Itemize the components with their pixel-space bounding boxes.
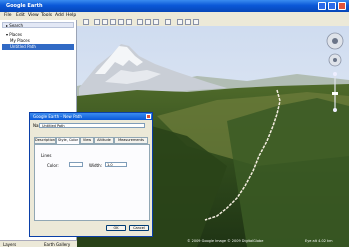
ok-button[interactable]: OK: [106, 225, 126, 231]
polygon-icon[interactable]: [102, 19, 108, 25]
places-item-untitled-path[interactable]: Untitled Path: [2, 44, 74, 50]
email-icon[interactable]: [177, 19, 183, 25]
copyright-text: © 2009 Google Image © 2009 DigitalGlobe: [187, 239, 264, 243]
eye-altitude-text: Eye alt 4.02 km: [305, 239, 333, 243]
minimize-button[interactable]: [318, 2, 326, 10]
title-bar: Google Earth: [0, 0, 349, 12]
tab-measurements[interactable]: Measurements: [114, 137, 148, 144]
menu-help[interactable]: Help: [66, 13, 76, 18]
placemark-icon[interactable]: [94, 19, 100, 25]
layers-footer: Layers Earth Gallery: [0, 240, 77, 247]
sunlight-icon[interactable]: [145, 19, 151, 25]
menu-view[interactable]: View: [28, 13, 39, 18]
path-icon[interactable]: [110, 19, 116, 25]
search-label: ▸ Search: [6, 23, 24, 28]
new-path-dialog: Google Earth - New Path Name: Untitled P…: [29, 112, 153, 237]
tab-altitude[interactable]: Altitude: [94, 137, 114, 144]
status-bar: © 2009 Google Image © 2009 DigitalGlobe …: [77, 238, 349, 247]
sidebar-toggle-icon[interactable]: [83, 19, 89, 25]
tab-style-color[interactable]: Style, Color: [56, 137, 80, 144]
print-icon[interactable]: [185, 19, 191, 25]
window-title: Google Earth: [6, 3, 43, 9]
width-label: Width:: [89, 163, 102, 168]
image-overlay-icon[interactable]: [118, 19, 124, 25]
lines-label: Lines: [41, 153, 52, 158]
tab-view[interactable]: View: [80, 137, 94, 144]
google-earth-window: Google Earth File Edit View Tools Add He…: [0, 0, 349, 247]
dialog-title-bar: Google Earth - New Path: [30, 113, 152, 120]
toolbar: [79, 18, 349, 26]
tab-description[interactable]: Description: [34, 137, 56, 144]
places-tree: ▾ Places My Places Untitled Path: [2, 32, 74, 50]
dialog-title: Google Earth - New Path: [33, 114, 82, 119]
path-name-input[interactable]: Untitled Path: [39, 123, 145, 128]
style-color-panel: Lines Color: Width: 1.0: [34, 144, 150, 221]
dialog-close-button[interactable]: [146, 114, 151, 119]
earth-gallery-label[interactable]: Earth Gallery: [44, 242, 70, 247]
menu-file[interactable]: File: [4, 13, 12, 18]
historical-imagery-icon[interactable]: [137, 19, 143, 25]
search-panel-header[interactable]: ▸ Search: [2, 22, 74, 28]
maximize-button[interactable]: [328, 2, 336, 10]
color-picker[interactable]: [69, 162, 83, 167]
record-tour-icon[interactable]: [126, 19, 132, 25]
cancel-button[interactable]: Cancel: [129, 225, 149, 231]
menu-tools[interactable]: Tools: [41, 13, 52, 18]
layers-label[interactable]: Layers: [3, 242, 16, 247]
ruler-icon[interactable]: [165, 19, 171, 25]
close-button[interactable]: [338, 2, 346, 10]
dialog-tabs: Description Style, Color View Altitude M…: [34, 137, 148, 144]
zoom-out-icon: [333, 108, 337, 112]
width-input[interactable]: 1.0: [105, 162, 127, 167]
color-label: Color:: [47, 163, 59, 168]
zoom-slider-handle: [332, 92, 338, 95]
menu-edit[interactable]: Edit: [16, 13, 25, 18]
google-maps-icon[interactable]: [193, 19, 199, 25]
menu-add[interactable]: Add: [55, 13, 64, 18]
zoom-in-icon: [333, 72, 337, 76]
sky-icon[interactable]: [153, 19, 159, 25]
